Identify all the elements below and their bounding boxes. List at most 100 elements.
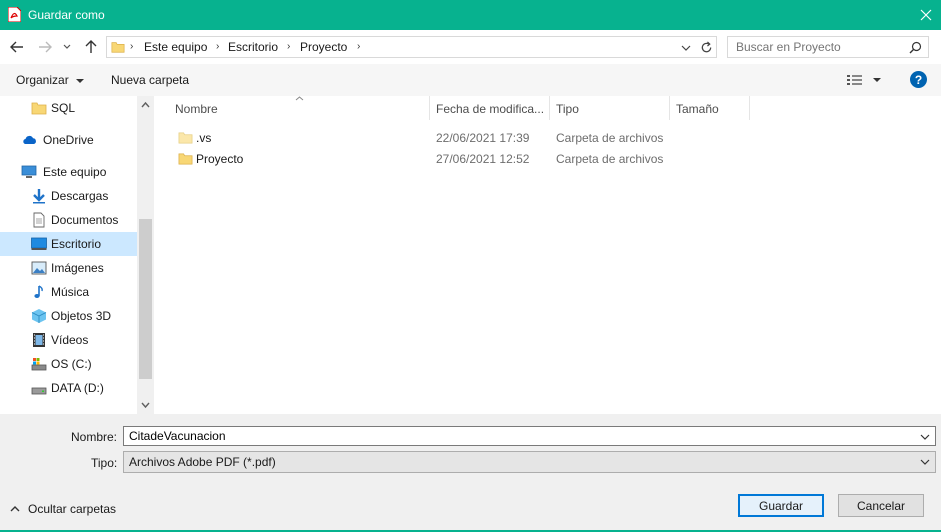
video-icon [33, 333, 45, 347]
breadcrumb-separator: › [357, 41, 361, 52]
folder-icon [31, 102, 47, 115]
cube-icon [31, 309, 47, 323]
file-name: .vs [196, 131, 212, 145]
column-header-size[interactable]: Tamaño [676, 102, 719, 116]
organize-label: Organizar [16, 73, 69, 87]
sidebar-item-videos[interactable]: Vídeos [0, 328, 137, 352]
chevron-down-icon[interactable] [919, 431, 931, 443]
column-header-type[interactable]: Tipo [556, 102, 579, 116]
type-label: Tipo: [91, 456, 118, 470]
sidebar-item-descargas[interactable]: Descargas [0, 184, 137, 208]
filename-combobox[interactable] [123, 426, 936, 446]
sidebar-item-objetos-3d[interactable]: Objetos 3D [0, 304, 137, 328]
document-icon [33, 212, 45, 228]
sidebar-item-sql[interactable]: SQL [0, 96, 137, 120]
save-form: Nombre: Tipo: Archivos Adobe PDF (*.pdf)… [0, 414, 941, 532]
close-button[interactable] [911, 0, 941, 30]
breadcrumb-separator: › [216, 41, 220, 52]
table-row[interactable]: .vs 22/06/2021 17:39 Carpeta de archivos [168, 128, 768, 148]
sidebar-item-escritorio[interactable]: Escritorio [0, 232, 137, 256]
sort-ascending-icon [295, 96, 304, 101]
column-divider[interactable] [749, 96, 750, 120]
navigation-pane: SQL OneDrive Este equipo Descargas Docum… [0, 96, 154, 414]
sidebar-item-label: Vídeos [51, 333, 89, 347]
sidebar-item-label: Escritorio [51, 237, 102, 251]
sidebar-item-os-c[interactable]: OS (C:) [0, 352, 137, 376]
sidebar-item-imagenes[interactable]: Imágenes [0, 256, 137, 280]
scroll-down-icon[interactable] [141, 402, 150, 409]
table-row[interactable]: Proyecto 27/06/2021 12:52 Carpeta de arc… [168, 149, 768, 169]
help-icon: ? [914, 72, 923, 87]
chevron-down-icon[interactable] [681, 43, 691, 53]
forward-button[interactable] [37, 39, 53, 55]
sidebar-item-data-d[interactable]: DATA (D:) [0, 376, 137, 400]
sidebar-item-label: Música [51, 285, 90, 299]
drive-icon [31, 358, 47, 371]
save-button[interactable]: Guardar [738, 494, 824, 517]
cancel-button[interactable]: Cancelar [838, 494, 924, 517]
breadcrumb-este-equipo[interactable]: Este equipo [144, 40, 207, 54]
details-view-icon [847, 75, 862, 85]
computer-icon [21, 165, 37, 178]
sidebar-item-label: SQL [51, 101, 76, 115]
search-box[interactable] [727, 36, 929, 58]
chevron-down-icon [920, 459, 930, 465]
column-header-date[interactable]: Fecha de modifica... [436, 102, 544, 116]
help-button[interactable]: ? [910, 71, 927, 88]
breadcrumb-proyecto[interactable]: Proyecto [300, 40, 347, 54]
arrow-left-icon [10, 41, 23, 53]
navigation-bar: › Este equipo › Escritorio › Proyecto › [0, 30, 941, 64]
back-button[interactable] [9, 39, 25, 55]
organize-button[interactable]: Organizar [16, 73, 85, 87]
sidebar-item-musica[interactable]: Música [0, 280, 137, 304]
view-options-button[interactable] [846, 73, 886, 87]
close-icon [920, 9, 932, 21]
pdf-app-icon [8, 7, 21, 22]
desktop-icon [31, 237, 47, 250]
sidebar-item-onedrive[interactable]: OneDrive [0, 128, 137, 152]
filetype-select[interactable]: Archivos Adobe PDF (*.pdf) [123, 451, 936, 473]
file-type: Carpeta de archivos [556, 131, 664, 145]
command-toolbar: Organizar Nueva carpeta ? [0, 64, 941, 96]
sidebar-item-label: Objetos 3D [51, 309, 112, 323]
file-name: Proyecto [196, 152, 244, 166]
hide-folders-label: Ocultar carpetas [28, 502, 117, 516]
address-bar[interactable]: › Este equipo › Escritorio › Proyecto › [106, 36, 717, 58]
up-button[interactable] [83, 39, 99, 55]
image-icon [31, 261, 47, 275]
arrow-up-icon [85, 40, 97, 53]
title-bar: Guardar como [0, 0, 941, 30]
sidebar-item-label: OS (C:) [51, 357, 92, 371]
drive-icon [31, 387, 47, 395]
chevron-down-icon [76, 78, 85, 83]
new-folder-button[interactable]: Nueva carpeta [111, 73, 189, 87]
download-icon [33, 189, 45, 204]
search-input[interactable] [736, 40, 906, 54]
chevron-down-icon [63, 44, 71, 49]
column-divider[interactable] [429, 96, 430, 120]
chevron-down-icon [873, 78, 881, 82]
search-icon [909, 41, 922, 54]
sidebar-item-label: Este equipo [43, 165, 107, 179]
sidebar-item-label: DATA (D:) [51, 381, 104, 395]
sidebar-item-este-equipo[interactable]: Este equipo [0, 160, 137, 184]
window-title: Guardar como [28, 8, 105, 22]
column-divider[interactable] [669, 96, 670, 120]
sidebar-item-label: Documentos [51, 213, 119, 227]
chevron-up-icon [10, 506, 20, 512]
column-divider[interactable] [549, 96, 550, 120]
column-header-name[interactable]: Nombre [175, 102, 218, 116]
recent-locations-button[interactable] [62, 39, 72, 55]
sidebar-item-documentos[interactable]: Documentos [0, 208, 137, 232]
folder-icon [178, 153, 193, 165]
folder-icon [178, 132, 193, 144]
breadcrumb-escritorio[interactable]: Escritorio [228, 40, 278, 54]
scroll-up-icon[interactable] [141, 101, 150, 108]
music-icon [34, 285, 43, 298]
sidebar-scrollbar-thumb[interactable] [139, 219, 152, 379]
breadcrumb-separator: › [130, 41, 134, 52]
hide-folders-button[interactable]: Ocultar carpetas [10, 502, 116, 516]
folder-icon [111, 42, 125, 53]
refresh-icon[interactable] [700, 41, 713, 54]
filename-input[interactable] [129, 429, 909, 443]
